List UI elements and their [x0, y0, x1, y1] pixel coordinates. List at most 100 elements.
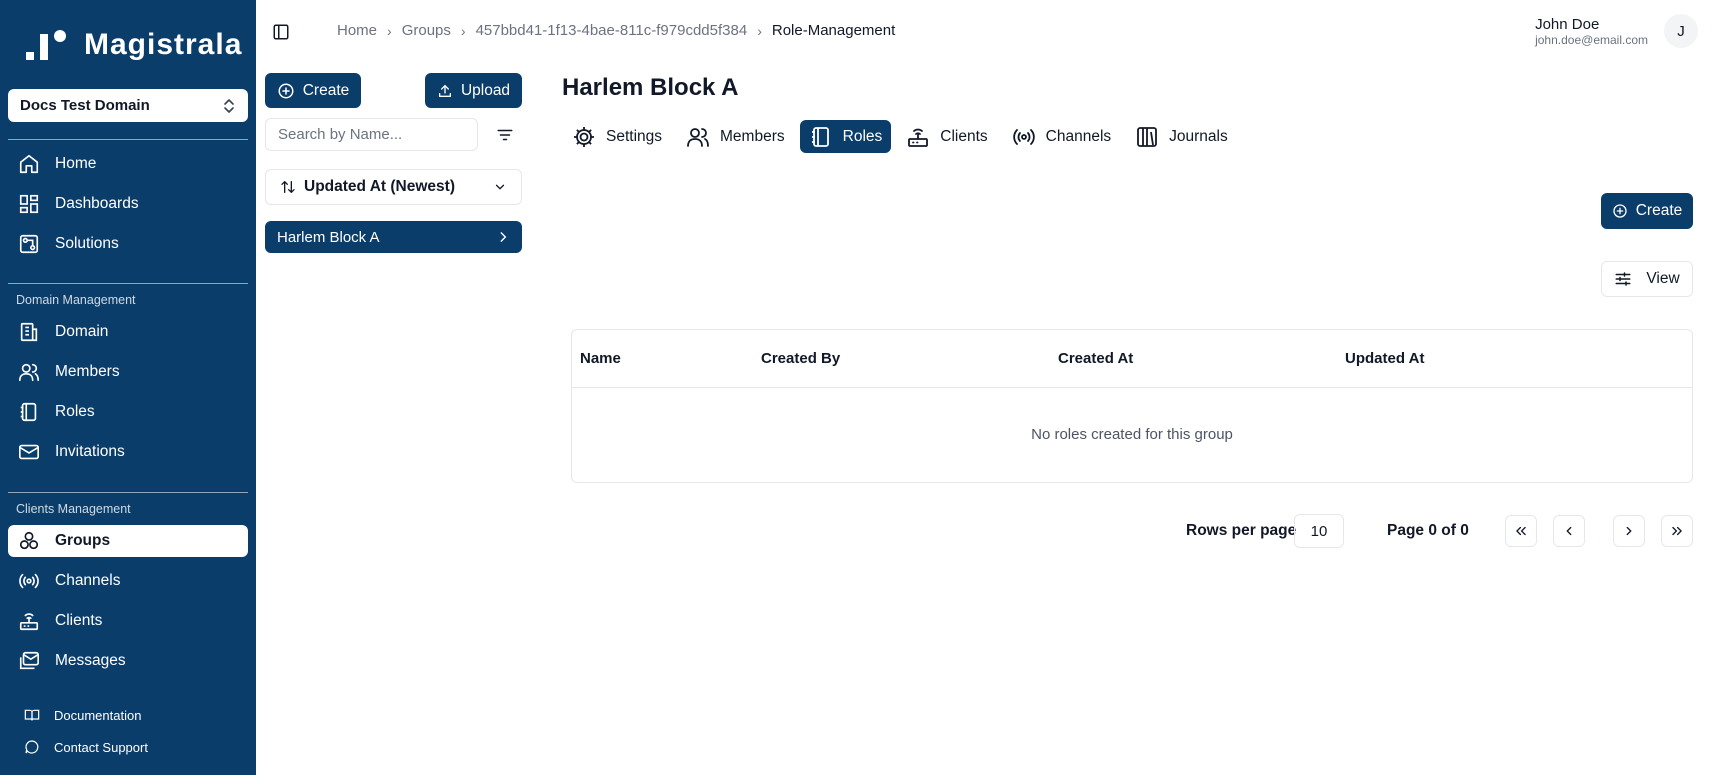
chevron-right-icon: › [387, 22, 392, 39]
sidebar-item-label: Solutions [55, 235, 119, 252]
page-title: Harlem Block A [562, 74, 739, 101]
roles-icon [809, 125, 833, 149]
sort-select[interactable]: Updated At (Newest) [265, 169, 522, 205]
sidebar-item-messages[interactable]: Messages [8, 645, 248, 677]
sidebar-item-roles[interactable]: Roles [8, 396, 248, 428]
sidebar-item-clients[interactable]: Clients [8, 605, 248, 637]
next-page-button[interactable] [1613, 515, 1645, 547]
sort-arrows-icon [281, 181, 295, 193]
group-list-item-label: Harlem Block A [277, 228, 380, 246]
top-bar: Home › Groups › 457bbd41-1f13-4bae-811c-… [256, 0, 1717, 62]
members-icon [17, 360, 41, 384]
tab-label: Settings [606, 127, 663, 145]
dashboard-icon [17, 192, 41, 216]
chevrons-up-down-icon [224, 98, 234, 113]
view-options-button[interactable]: View [1601, 261, 1693, 297]
sidebar-item-solutions[interactable]: Solutions [8, 228, 248, 260]
group-list-item[interactable]: Harlem Block A [265, 221, 522, 253]
tab-roles[interactable]: Roles [799, 120, 892, 153]
plus-circle-icon [1613, 204, 1627, 218]
channels-icon [1012, 125, 1036, 149]
create-group-button[interactable]: Create [265, 73, 361, 108]
column-header-name[interactable]: Name [580, 350, 621, 367]
roles-icon [17, 400, 41, 424]
chevrons-right-icon [1672, 526, 1682, 536]
chevrons-left-icon [1516, 526, 1526, 536]
column-header-updated-at[interactable]: Updated At [1345, 350, 1424, 367]
domain-icon [17, 320, 41, 344]
router-icon [906, 125, 930, 149]
tab-journals[interactable]: Journals [1126, 120, 1237, 153]
roles-table: Name Created By Created At Updated At No… [571, 329, 1693, 483]
page-indicator: Page 0 of 0 [1387, 522, 1469, 539]
sidebar-item-members[interactable]: Members [8, 356, 248, 388]
create-label: Create [1635, 202, 1683, 219]
filter-icon[interactable] [494, 124, 516, 146]
upload-button[interactable]: Upload [425, 73, 522, 108]
column-header-created-by[interactable]: Created By [761, 350, 840, 367]
tab-clients[interactable]: Clients [897, 120, 996, 153]
breadcrumb-groups[interactable]: Groups [402, 22, 451, 39]
breadcrumb-home[interactable]: Home [337, 22, 377, 39]
chat-icon [24, 739, 40, 755]
tab-members[interactable]: Members [677, 120, 794, 153]
app-name: Magistrala [84, 28, 243, 61]
documentation-label: Documentation [54, 707, 142, 723]
sidebar-item-home[interactable]: Home [8, 148, 248, 180]
tab-label: Journals [1169, 127, 1228, 145]
chevron-right-icon [1626, 526, 1632, 536]
chevron-left-icon [1566, 526, 1572, 536]
tab-settings[interactable]: Settings [563, 120, 671, 153]
sidebar-link-documentation[interactable]: Documentation [16, 707, 141, 723]
sidebar-toggle-icon[interactable] [272, 23, 290, 41]
chevron-right-icon [500, 232, 507, 242]
first-page-button[interactable] [1505, 515, 1537, 547]
user-email: john.doe@email.com [1535, 32, 1648, 47]
search-input[interactable] [265, 118, 478, 151]
channels-icon [17, 569, 41, 593]
sidebar-divider [8, 139, 248, 140]
sidebar-item-label: Dashboards [55, 195, 139, 212]
sidebar-item-label: Home [55, 155, 97, 172]
sidebar-section-title: Domain Management [16, 293, 136, 307]
journals-icon [1135, 125, 1159, 149]
sidebar-item-label: Members [55, 363, 120, 380]
create-role-button[interactable]: Create [1601, 193, 1693, 229]
user-info: John Doe john.doe@email.com [1535, 17, 1648, 46]
sidebar-item-invitations[interactable]: Invitations [8, 436, 248, 468]
previous-page-button[interactable] [1553, 515, 1585, 547]
domain-select[interactable]: Docs Test Domain [8, 89, 248, 122]
router-icon [17, 609, 41, 633]
column-header-created-at[interactable]: Created At [1058, 350, 1133, 367]
last-page-button[interactable] [1661, 515, 1693, 547]
gear-icon [572, 125, 596, 149]
mail-icon [17, 440, 41, 464]
sidebar-item-dashboards[interactable]: Dashboards [8, 188, 248, 220]
book-icon [24, 707, 40, 723]
rows-per-page-select[interactable]: 10 [1294, 514, 1344, 548]
sidebar-link-contact-support[interactable]: Contact Support [16, 739, 148, 755]
messages-icon [17, 649, 41, 673]
sidebar-divider [8, 283, 248, 284]
contact-support-label: Contact Support [54, 739, 148, 755]
plus-circle-icon [278, 83, 294, 98]
user-menu[interactable]: John Doe john.doe@email.com J [1535, 14, 1698, 48]
avatar[interactable]: J [1664, 14, 1698, 48]
tab-channels[interactable]: Channels [1003, 120, 1121, 153]
logo-mark-icon [26, 30, 66, 60]
chevron-right-icon: › [460, 22, 466, 39]
breadcrumb-current: Role-Management [771, 22, 896, 39]
pagination: Rows per page 10 Page 0 of 0 [0, 514, 1717, 548]
chevron-down-icon [495, 184, 505, 190]
home-icon [17, 152, 41, 176]
solutions-icon [17, 232, 41, 256]
sidebar-item-label: Invitations [55, 443, 125, 460]
sidebar-item-label: Domain [55, 323, 109, 340]
sidebar-item-domain[interactable]: Domain [8, 316, 248, 348]
chevron-right-icon: › [757, 22, 762, 39]
app-logo[interactable]: Magistrala [26, 28, 242, 62]
sidebar-item-label: Channels [55, 572, 121, 589]
rows-per-page-value: 10 [1310, 522, 1328, 540]
sidebar-item-channels[interactable]: Channels [8, 565, 248, 597]
breadcrumb-group-id[interactable]: 457bbd41-1f13-4bae-811c-f979cdd5f384 [476, 22, 748, 39]
